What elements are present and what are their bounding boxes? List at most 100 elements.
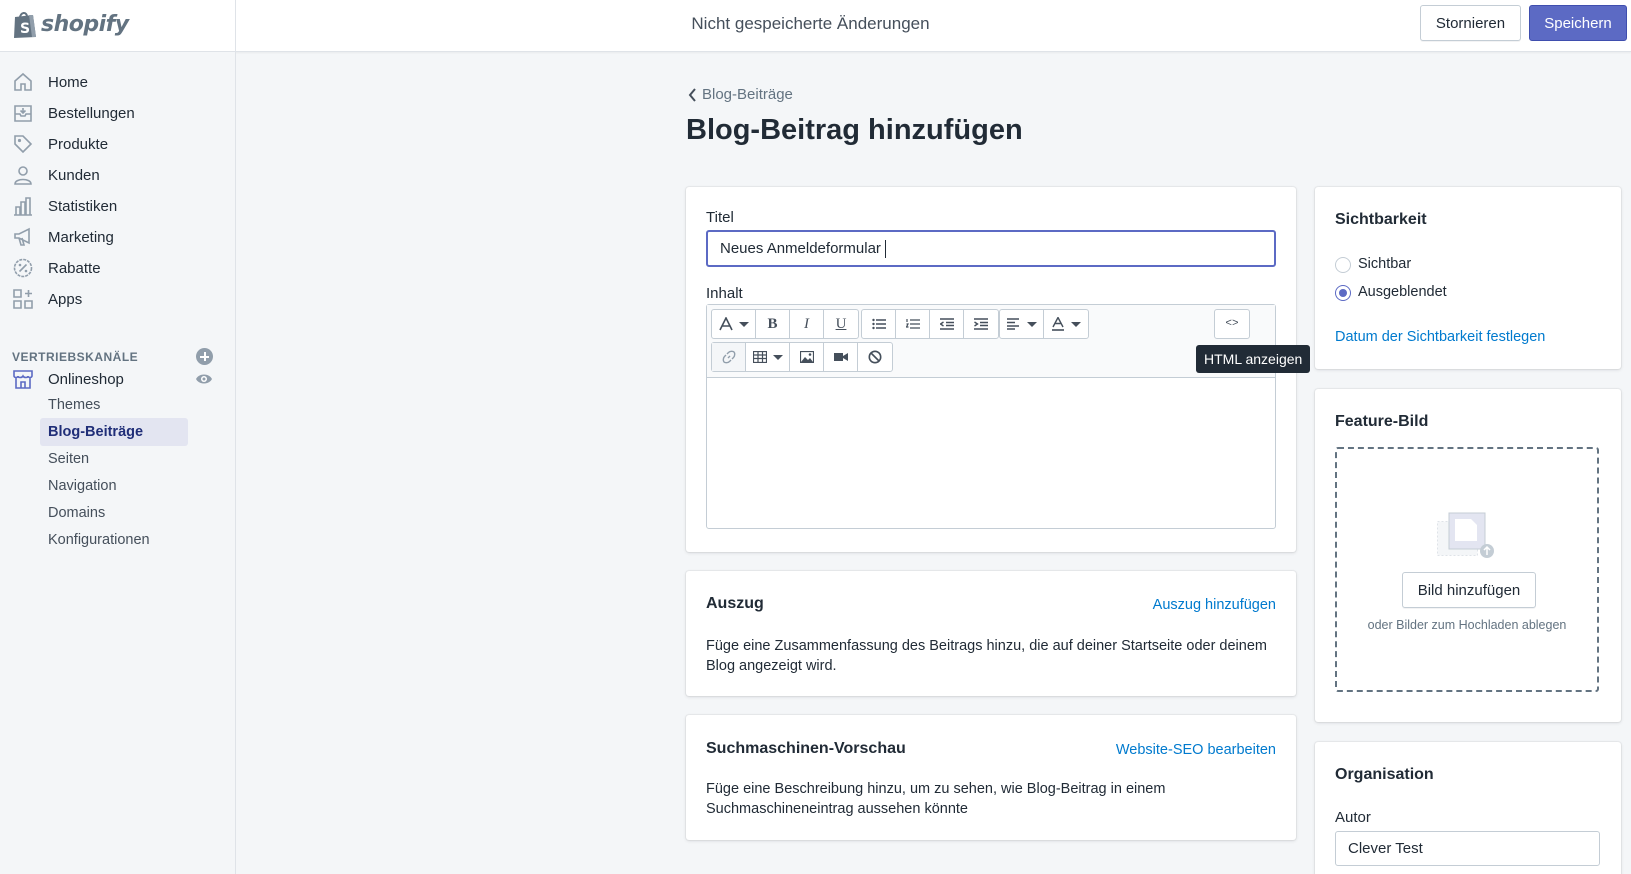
megaphone-icon [14,227,30,246]
bold-button[interactable]: B [756,310,790,338]
sidebar-item-label: Marketing [48,228,114,246]
feature-image-title: Feature-Bild [1335,413,1429,430]
tag-icon [14,135,33,154]
visible-label: Sichtbar [1358,256,1412,272]
bar-chart-icon [14,197,32,216]
author-select[interactable]: Clever Test [1335,831,1600,866]
sidebar-item-produkte[interactable]: Produkte [0,128,236,160]
bullet-list-button[interactable] [862,310,896,338]
add-image-button[interactable]: Bild hinzufügen [1402,572,1536,608]
breadcrumb[interactable]: Blog-Beiträge [688,86,793,103]
save-button[interactable]: Speichern [1529,5,1627,41]
align-dropdown[interactable] [1000,310,1044,338]
sidebar: Home Bestellungen Produkte Kunden Statis… [0,52,236,874]
clear-formatting-icon [868,350,882,364]
insert-video-button[interactable] [824,343,858,371]
discount-icon [13,258,33,278]
seo-title: Suchmaschinen-Vorschau [706,740,906,757]
apps-icon [13,289,33,309]
clear-formatting-button[interactable] [858,343,892,371]
rich-text-editor: B I U <> [706,304,1276,529]
eye-icon[interactable] [195,372,213,386]
sidebar-subitem-themes[interactable]: Themes [40,391,188,419]
sidebar-item-label: Onlineshop [48,370,124,388]
visibility-card: Sichtbarkeit Sichtbar Ausgeblendet Datum… [1315,187,1621,369]
author-label: Autor [1335,809,1371,826]
text-color-icon [1052,317,1064,331]
sidebar-item-statistiken[interactable]: Statistiken [0,190,236,222]
insert-image-button[interactable] [790,343,824,371]
top-bar: S shopify Nicht gespeicherte Änderungen … [0,0,1631,52]
sidebar-subitem-domains[interactable]: Domains [40,499,188,527]
outdent-icon [939,318,954,330]
font-format-dropdown[interactable] [712,310,756,338]
sidebar-item-label: Home [48,73,89,91]
title-input-value: Neues Anmeldeformular [720,240,881,257]
page-title: Blog-Beitrag hinzufügen [686,114,1023,146]
underline-button[interactable]: U [824,310,858,338]
image-icon [799,351,814,363]
cancel-button[interactable]: Stornieren [1420,5,1521,41]
sidebar-subitem-navigation[interactable]: Navigation [40,472,188,500]
html-tooltip: HTML anzeigen [1196,345,1311,373]
indent-button[interactable] [964,310,998,338]
seo-description: Füge eine Beschreibung hinzu, um zu sehe… [706,781,1166,817]
toolbar-group-html: <> [1214,309,1250,339]
sidebar-item-apps[interactable]: Apps [0,283,236,315]
hidden-label: Ausgeblendet [1358,284,1447,300]
organisation-card: Organisation Autor Clever Test [1315,742,1621,874]
link-button[interactable] [712,343,746,371]
sidebar-item-label: Apps [48,290,83,308]
toolbar-group-format: B I U [711,309,859,339]
sidebar-subitem-blog-posts[interactable]: Blog-Beiträge [40,418,188,446]
edit-seo-link[interactable]: Website-SEO bearbeiten [1116,742,1276,758]
organisation-title: Organisation [1335,766,1434,783]
chevron-left-icon [688,87,696,102]
sidebar-item-label: Kunden [48,166,100,184]
font-icon [718,317,733,331]
outdent-button[interactable] [930,310,964,338]
sidebar-item-marketing[interactable]: Marketing [0,221,236,253]
toolbar-group-align-color [999,309,1089,339]
sidebar-subitem-preferences[interactable]: Konfigurationen [40,526,188,554]
visibility-title: Sichtbarkeit [1335,211,1427,228]
bullet-list-icon [871,318,886,330]
image-upload-icon [1437,512,1494,558]
sidebar-item-home[interactable]: Home [0,66,236,98]
excerpt-description: Füge eine Zusammenfassung des Beitrags h… [706,638,1267,674]
bold-icon: B [767,315,778,332]
set-visibility-date-link[interactable]: Datum der Sichtbarkeit festlegen [1335,329,1545,345]
hidden-radio[interactable] [1335,285,1351,301]
image-dropzone[interactable]: Bild hinzufügen oder Bilder zum Hochlade… [1335,447,1599,692]
content-label: Inhalt [706,285,743,302]
align-left-icon [1006,318,1019,330]
person-icon [14,166,32,185]
seo-card: Suchmaschinen-Vorschau Website-SEO bearb… [686,715,1296,840]
table-dropdown[interactable] [746,343,790,371]
home-icon [14,72,32,91]
visible-radio[interactable] [1335,257,1351,273]
orders-icon [14,105,32,122]
link-icon [722,350,735,364]
feature-image-card: Feature-Bild Bild hinzufügen oder Bilder… [1315,389,1621,722]
toolbar-group-insert [711,342,893,372]
toolbar-group-lists [861,309,999,339]
underline-icon: U [835,315,847,332]
text-color-dropdown[interactable] [1044,310,1088,338]
sidebar-item-rabatte[interactable]: Rabatte [0,252,236,284]
sidebar-subitem-pages[interactable]: Seiten [40,445,188,473]
editor-toolbar: B I U <> [707,305,1275,378]
title-label: Titel [706,209,734,226]
italic-button[interactable]: I [790,310,824,338]
sidebar-item-bestellungen[interactable]: Bestellungen [0,97,236,129]
video-icon [833,353,848,361]
sales-channels-heading: VERTRIEBSKANÄLE [12,350,139,364]
title-input[interactable]: Neues Anmeldeformular [706,230,1276,267]
sidebar-item-label: Rabatte [48,259,101,277]
excerpt-title: Auszug [706,595,764,612]
code-icon: <> [1225,318,1239,330]
add-excerpt-link[interactable]: Auszug hinzufügen [1153,597,1276,613]
numbered-list-button[interactable] [896,310,930,338]
sidebar-item-kunden[interactable]: Kunden [0,159,236,191]
show-html-button[interactable]: <> [1215,310,1249,338]
